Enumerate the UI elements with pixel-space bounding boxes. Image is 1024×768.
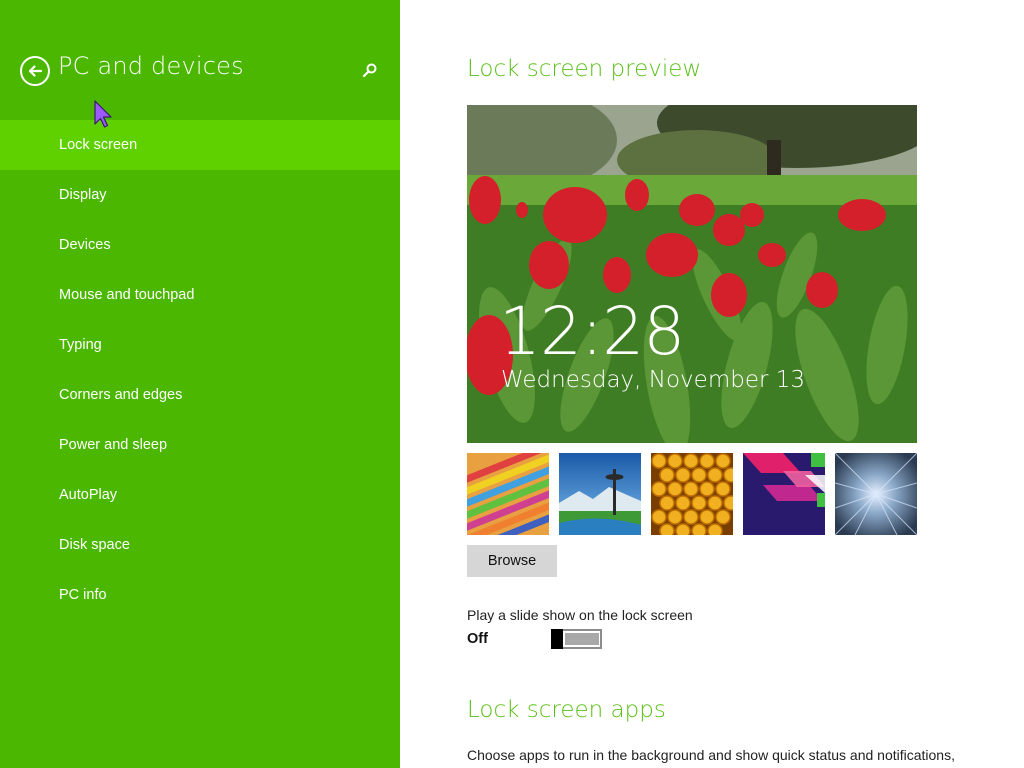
browse-button[interactable]: Browse [467, 545, 557, 577]
sidebar-item-label: Disk space [59, 537, 130, 553]
sidebar-item-pc-info[interactable]: PC info [0, 570, 400, 620]
thumbnail-abstract-shapes[interactable] [743, 453, 825, 535]
sidebar-item-lock-screen[interactable]: Lock screen [0, 120, 400, 170]
page-title: PC and devices [58, 52, 244, 80]
sidebar-item-label: Display [59, 187, 107, 203]
sidebar-item-label: Power and sleep [59, 437, 168, 453]
sidebar-item-label: AutoPlay [59, 487, 118, 503]
slideshow-toggle-state: Off [467, 631, 488, 647]
back-arrow-icon [28, 65, 43, 77]
sidebar-nav: Lock screen Display Devices Mouse and to… [0, 120, 400, 620]
right-pane: Lock screen preview 12:28 Wednesday, Nov… [400, 0, 1024, 768]
slideshow-toggle[interactable] [551, 629, 602, 649]
lock-screen-preview-heading: Lock screen preview [467, 56, 702, 82]
sidebar-item-disk-space[interactable]: Disk space [0, 520, 400, 570]
sidebar-item-typing[interactable]: Typing [0, 320, 400, 370]
search-button[interactable] [360, 60, 380, 80]
search-icon [362, 63, 377, 78]
sidebar-item-label: Lock screen [59, 137, 138, 153]
preview-time: 12:28 [499, 293, 685, 370]
sidebar-item-autoplay[interactable]: AutoPlay [0, 470, 400, 520]
sidebar-item-power-and-sleep[interactable]: Power and sleep [0, 420, 400, 470]
sidebar-item-label: Corners and edges [59, 387, 183, 403]
sidebar-item-label: Typing [59, 337, 102, 353]
left-pane: PC and devices Lock screen Display Devic… [0, 0, 400, 768]
thumbnail-image [835, 453, 917, 535]
thumbnail-colorful-stripes[interactable] [467, 453, 549, 535]
background-thumbnails [467, 453, 927, 535]
thumbnail-image [467, 453, 549, 535]
thumbnail-image [651, 453, 733, 535]
sidebar-item-label: Devices [59, 237, 111, 253]
slideshow-label: Play a slide show on the lock screen [467, 607, 693, 623]
thumbnail-image [743, 453, 825, 535]
back-button[interactable] [20, 56, 50, 86]
lock-screen-preview: 12:28 Wednesday, November 13 [467, 105, 917, 443]
sidebar-item-mouse-and-touchpad[interactable]: Mouse and touchpad [0, 270, 400, 320]
lock-screen-apps-description: Choose apps to run in the background and… [467, 747, 955, 763]
thumbnail-space-needle-landscape[interactable] [559, 453, 641, 535]
lock-screen-apps-heading: Lock screen apps [467, 697, 666, 723]
sidebar-item-label: PC info [59, 587, 107, 603]
thumbnail-image [559, 453, 641, 535]
sidebar-item-devices[interactable]: Devices [0, 220, 400, 270]
thumbnail-tunnel-lights[interactable] [835, 453, 917, 535]
preview-date: Wednesday, November 13 [501, 367, 806, 393]
thumbnail-honeycomb[interactable] [651, 453, 733, 535]
sidebar-item-corners-and-edges[interactable]: Corners and edges [0, 370, 400, 420]
sidebar-item-label: Mouse and touchpad [59, 287, 195, 303]
toggle-thumb [551, 629, 563, 649]
pane-header: PC and devices [0, 0, 400, 120]
sidebar-item-display[interactable]: Display [0, 170, 400, 220]
toggle-track [565, 633, 599, 645]
